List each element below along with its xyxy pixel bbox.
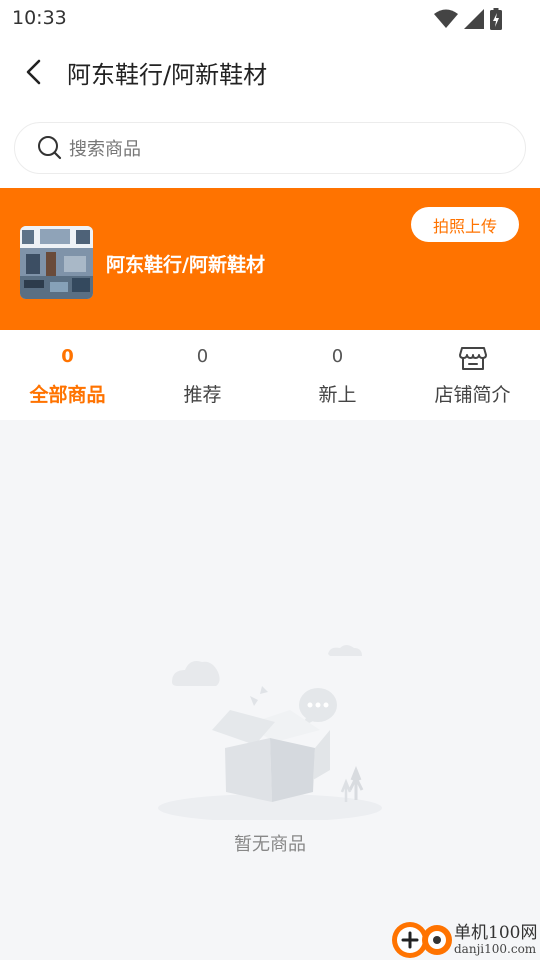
tab-count: 0 — [331, 346, 344, 367]
screen: 10:33 阿东鞋行/阿新鞋材 搜索商品 阿东鞋行/阿新鞋材 拍照上传 0 全部… — [0, 0, 540, 960]
shop-avatar[interactable] — [20, 226, 93, 299]
search-box[interactable] — [14, 122, 526, 174]
watermark-brand: 单机100网 — [454, 923, 538, 943]
signal-icon — [464, 9, 484, 29]
tab-label: 全部商品 — [29, 384, 106, 406]
search-input[interactable] — [67, 135, 471, 163]
status-icons — [434, 8, 502, 30]
empty-state: 暂无商品 — [0, 620, 540, 880]
chevron-left-icon — [26, 59, 41, 85]
tab-bar: 0 全部商品 0 推荐 0 新上 店铺简介 — [0, 330, 540, 420]
tab-new-arrivals[interactable]: 0 新上 — [270, 330, 405, 420]
status-bar: 10:33 — [0, 0, 540, 36]
tab-label: 推荐 — [183, 384, 222, 406]
tab-recommended[interactable]: 0 推荐 — [135, 330, 270, 420]
shop-photo — [20, 226, 93, 299]
tab-shop-intro[interactable]: 店铺简介 — [405, 330, 540, 420]
watermark-url: danji100.com — [454, 942, 537, 956]
tab-label: 新上 — [318, 384, 357, 406]
battery-icon — [490, 8, 502, 30]
shop-banner: 阿东鞋行/阿新鞋材 拍照上传 — [0, 188, 540, 330]
shop-name: 阿东鞋行/阿新鞋材 — [106, 254, 265, 276]
header: 阿东鞋行/阿新鞋材 — [0, 36, 540, 108]
page-title: 阿东鞋行/阿新鞋材 — [67, 61, 268, 89]
watermark-logo — [392, 922, 452, 958]
wifi-icon — [434, 9, 458, 28]
status-time: 10:33 — [12, 7, 67, 29]
empty-text: 暂无商品 — [234, 834, 306, 855]
tab-count: 0 — [61, 346, 74, 367]
watermark: 单机100网 danji100.com — [388, 914, 540, 960]
search-area — [0, 108, 540, 188]
tab-label: 店铺简介 — [434, 384, 511, 406]
tab-all-products[interactable]: 0 全部商品 — [0, 330, 135, 420]
search-icon — [38, 136, 62, 160]
empty-box-illustration — [158, 645, 382, 820]
back-button[interactable] — [14, 52, 54, 92]
tab-count: 0 — [196, 346, 209, 367]
store-icon — [458, 347, 487, 370]
photo-upload-button[interactable]: 拍照上传 — [411, 207, 519, 242]
